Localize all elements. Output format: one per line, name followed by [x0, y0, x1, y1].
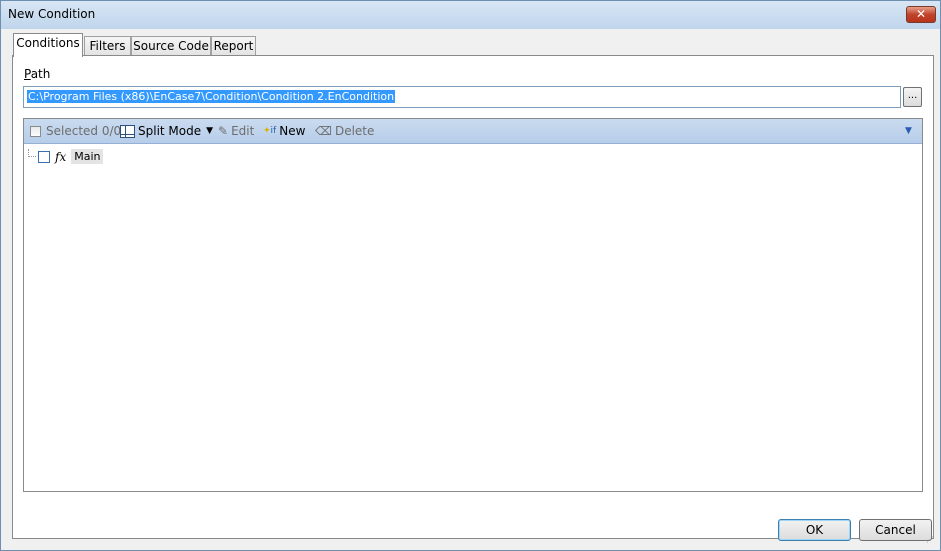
new-condition-icon: ✦if: [263, 126, 277, 136]
condition-editor: Selected 0/0 Split Mode ▼ ✎ Edit ✦if New…: [23, 118, 923, 492]
edit-icon: ✎: [218, 124, 229, 138]
delete-button[interactable]: ⌫ Delete: [315, 124, 374, 138]
close-icon: ✕: [915, 7, 927, 21]
chevron-down-icon: ▼: [206, 126, 214, 136]
condition-toolbar: Selected 0/0 Split Mode ▼ ✎ Edit ✦if New…: [24, 119, 922, 144]
cancel-button[interactable]: Cancel: [859, 519, 932, 541]
dialog-body: Conditions Filters Source Code Report Pa…: [4, 29, 937, 548]
tab-filters[interactable]: Filters: [84, 36, 131, 56]
window-title: New Condition: [8, 7, 96, 21]
function-icon: fx: [55, 149, 67, 164]
tab-conditions-label: Conditions: [16, 36, 80, 50]
tab-conditions[interactable]: Conditions: [13, 33, 83, 57]
tab-source-code[interactable]: Source Code: [131, 36, 211, 56]
resize-grip-icon[interactable]: ⋰: [926, 535, 936, 545]
tree-node-main[interactable]: fx Main: [38, 149, 104, 164]
dialog-window: New Condition ✕ Conditions Filters Sourc…: [0, 0, 941, 551]
tree-node-label: Main: [71, 149, 104, 164]
delete-label: Delete: [334, 124, 375, 138]
toolbar-menu-chevron-icon[interactable]: ▼: [905, 126, 912, 136]
tree-connector: [28, 149, 36, 157]
edit-button[interactable]: ✎ Edit: [218, 124, 254, 138]
edit-label: Edit: [231, 124, 255, 138]
tab-report[interactable]: Report: [211, 36, 256, 56]
selected-count: Selected 0/0: [46, 124, 122, 138]
path-label: Path: [24, 67, 51, 81]
tab-source-code-label: Source Code: [133, 39, 209, 53]
path-input[interactable]: C:\Program Files (x86)\EnCase7\Condition…: [23, 86, 901, 108]
delete-icon: ⌫: [315, 124, 332, 138]
conditions-panel: Path C:\Program Files (x86)\EnCase7\Cond…: [12, 55, 934, 539]
new-label: New: [279, 124, 306, 138]
select-all-checkbox[interactable]: [30, 125, 41, 137]
new-button[interactable]: ✦if New: [263, 124, 305, 138]
split-mode-button[interactable]: Split Mode ▼: [120, 124, 213, 138]
tab-report-label: Report: [213, 39, 254, 53]
tree-node-checkbox[interactable]: [38, 150, 50, 163]
selected-toggle[interactable]: Selected 0/0: [30, 124, 121, 138]
tab-filters-label: Filters: [89, 39, 126, 53]
browse-button[interactable]: ...: [903, 87, 922, 107]
split-mode-label: Split Mode: [138, 124, 202, 138]
split-mode-icon: [120, 124, 135, 138]
title-bar[interactable]: New Condition ✕: [1, 1, 940, 29]
ok-button[interactable]: OK: [778, 519, 851, 541]
path-input-value: C:\Program Files (x86)\EnCase7\Condition…: [27, 90, 396, 103]
close-button[interactable]: ✕: [906, 6, 936, 23]
